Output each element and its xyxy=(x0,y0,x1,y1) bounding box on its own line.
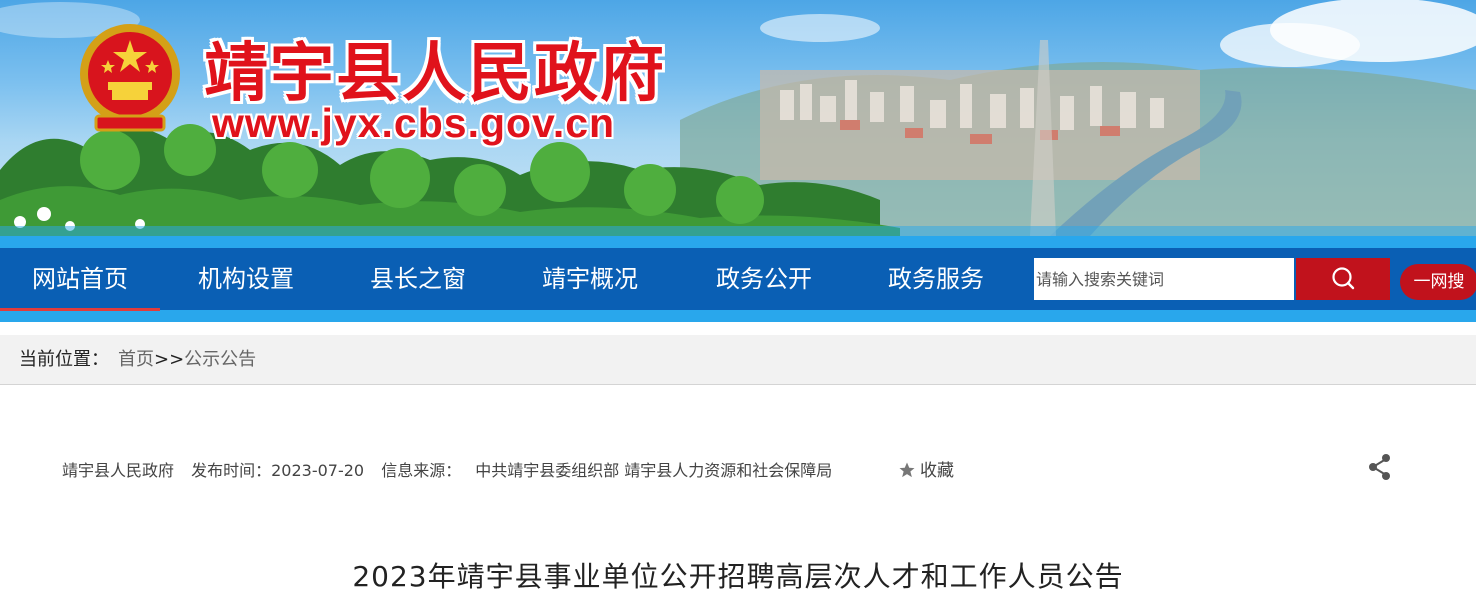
breadcrumb-label: 当前位置： xyxy=(19,349,109,370)
article-meta: 靖宇县人民政府 发布时间：2023-07-20 信息来源： 中共靖宇县委组织部 靖… xyxy=(62,457,844,481)
article-source: 中共靖宇县委组织部 靖宇县人力资源和社会保障局 xyxy=(475,461,833,480)
breadcrumb: 当前位置： 首页>>公示公告 xyxy=(0,335,1476,385)
share-icon[interactable] xyxy=(1366,452,1394,482)
yiwang-search-button[interactable]: 一网搜 xyxy=(1400,264,1476,300)
nav-item-overview[interactable]: 靖宇概况 xyxy=(516,248,664,310)
main-nav: 网站首页 机构设置 县长之窗 靖宇概况 政务公开 政务服务 一网搜 xyxy=(0,248,1476,311)
national-emblem-icon xyxy=(74,20,186,136)
nav-item-home[interactable]: 网站首页 xyxy=(0,248,160,311)
star-icon xyxy=(899,462,915,478)
search-icon xyxy=(1332,266,1355,289)
search-input[interactable] xyxy=(1034,258,1294,300)
breadcrumb-separator: >> xyxy=(154,349,185,370)
article-publisher: 靖宇县人民政府 xyxy=(62,461,175,480)
nav-item-gov-services[interactable]: 政务服务 xyxy=(862,248,1010,310)
article-title: 2023年靖宇县事业单位公开招聘高层次人才和工作人员公告 xyxy=(352,560,1124,593)
article-source-label: 信息来源： xyxy=(381,461,462,480)
nav-item-gov-affairs[interactable]: 政务公开 xyxy=(690,248,838,310)
favorite-label: 收藏 xyxy=(920,461,954,481)
site-url: www.jyx.cbs.gov.cn xyxy=(212,100,616,146)
nav-item-mayor-window[interactable]: 县长之窗 xyxy=(344,248,492,310)
article-publish-time: 发布时间：2023-07-20 xyxy=(191,461,365,480)
nav-item-organization[interactable]: 机构设置 xyxy=(172,248,320,310)
favorite-button[interactable]: 收藏 xyxy=(898,456,954,481)
nav-bar-strip: 网站首页 机构设置 县长之窗 靖宇概况 政务公开 政务服务 一网搜 xyxy=(0,236,1476,322)
breadcrumb-home-link[interactable]: 首页 xyxy=(118,349,154,370)
header-banner: 靖宇县人民政府 www.jyx.cbs.gov.cn xyxy=(0,0,1476,236)
breadcrumb-current-link[interactable]: 公示公告 xyxy=(184,349,256,370)
search-button[interactable] xyxy=(1296,258,1390,300)
